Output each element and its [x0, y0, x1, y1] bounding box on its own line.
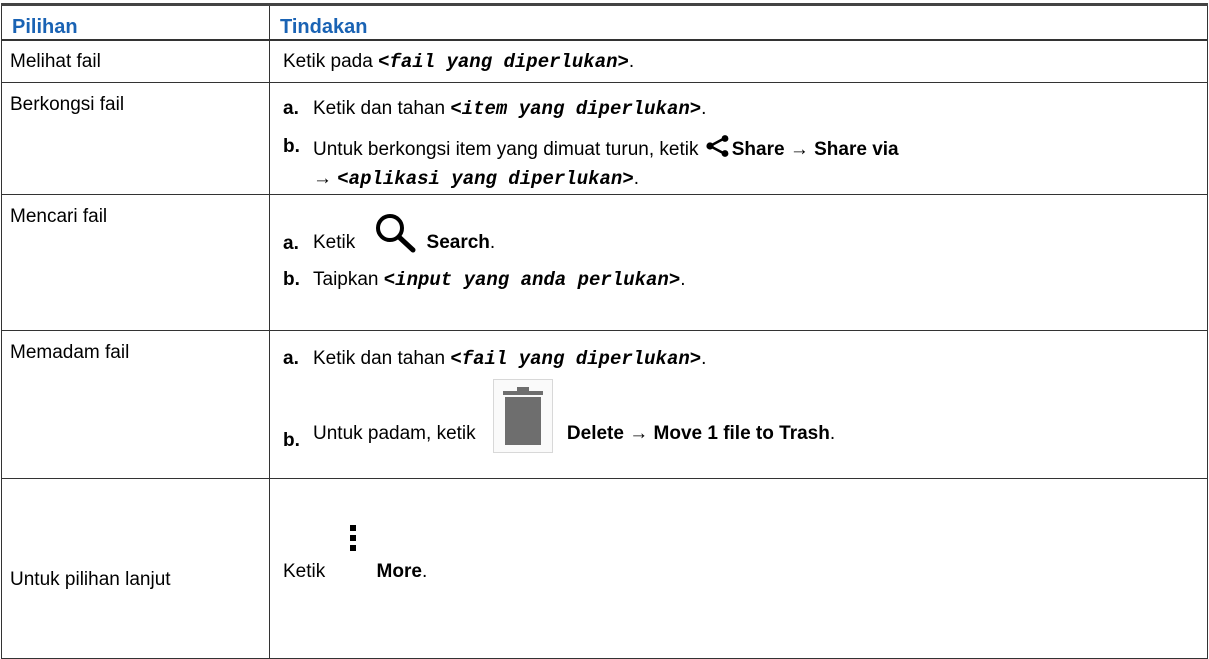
options-table: Pilihan Tindakan Melihat fail Ketik pada…: [1, 3, 1208, 659]
table-row: Memadam fail a. Ketik dan tahan <fail ya…: [1, 329, 1208, 479]
placeholder-text: <fail yang diperlukan>: [450, 347, 702, 370]
placeholder-text: <item yang diperlukan>: [450, 97, 702, 120]
step-text: Ketik: [313, 231, 356, 253]
delete-label: Delete → Move 1 file to Trash: [566, 422, 830, 444]
arrow: →: [313, 167, 332, 189]
step-label: a.: [283, 347, 299, 369]
punct: .: [633, 167, 640, 189]
arrow: →: [789, 138, 809, 160]
table-row: Mencari fail a. Ketik Search. b. Taipkan…: [1, 193, 1208, 331]
more-label: More: [376, 560, 422, 582]
share-label: Share: [731, 138, 785, 160]
punct: .: [680, 268, 686, 290]
punct: .: [701, 97, 707, 119]
punct: .: [628, 51, 635, 72]
search-label: Search: [426, 231, 490, 253]
table-row: Untuk pilihan lanjut Ketik More.: [1, 477, 1208, 659]
placeholder-text: <aplikasi yang diperlukan>: [337, 167, 634, 190]
action-cell: a. Ketik dan tahan <item yang diperlukan…: [269, 81, 1208, 195]
step-label: b.: [283, 429, 300, 451]
header-options: Pilihan: [1, 3, 270, 41]
more-vert-icon: [345, 523, 361, 573]
step-label: b.: [283, 135, 300, 157]
step-b: b. Untuk padam, ketik Delete → Move 1 fi…: [283, 378, 1197, 453]
step-text: Untuk berkongsi item yang dimuat turun, …: [313, 138, 699, 160]
option-cell: Mencari fail: [1, 193, 270, 331]
action-cell: Ketik pada <fail yang diperlukan>.: [269, 39, 1208, 83]
share-via-label: Share via: [814, 138, 899, 160]
option-cell: Melihat fail: [1, 39, 270, 83]
step-text: Untuk padam, ketik: [313, 422, 476, 444]
action-text: Ketik pada: [283, 51, 373, 72]
table-row: Berkongsi fail a. Ketik dan tahan <item …: [1, 81, 1208, 195]
step-b: b. Taipkan <input yang anda perlukan>.: [283, 268, 1197, 292]
action-cell: Ketik More.: [269, 477, 1208, 659]
punct: .: [701, 347, 707, 369]
option-cell: Memadam fail: [1, 329, 270, 479]
step-label: b.: [283, 268, 300, 290]
step-label: a.: [283, 232, 299, 254]
step-text: Taipkan: [313, 268, 379, 290]
punct: .: [489, 231, 496, 253]
step-a: a. Ketik dan tahan <item yang diperlukan…: [283, 97, 1197, 121]
option-cell: Berkongsi fail: [1, 81, 270, 195]
table-row: Melihat fail Ketik pada <fail yang diper…: [1, 39, 1208, 83]
share-icon: [706, 134, 730, 157]
step-a: a. Ketik dan tahan <fail yang diperlukan…: [283, 347, 1197, 371]
search-icon: [373, 212, 423, 256]
placeholder-text: <input yang anda perlukan>: [383, 268, 681, 291]
trash-icon: [492, 378, 553, 453]
placeholder-text: <fail yang diperlukan>: [378, 51, 629, 73]
header-actions: Tindakan: [269, 3, 1208, 41]
action-cell: a. Ketik Search. b. Taipkan <input yang …: [269, 193, 1208, 331]
step-label: a.: [283, 97, 299, 119]
table-header-row: Pilihan Tindakan: [1, 3, 1208, 41]
step-text: Ketik dan tahan: [313, 347, 446, 369]
action-line: Ketik More.: [283, 523, 1197, 584]
step-b: b. Untuk berkongsi item yang dimuat turu…: [283, 134, 1197, 194]
action-text: Ketik: [283, 560, 326, 582]
punct: .: [421, 560, 428, 582]
action-cell: a. Ketik dan tahan <fail yang diperlukan…: [269, 329, 1208, 479]
punct: .: [829, 422, 836, 444]
step-text: Ketik dan tahan: [313, 97, 446, 119]
option-cell: Untuk pilihan lanjut: [1, 477, 270, 659]
step-a: a. Ketik Search.: [283, 212, 1197, 256]
